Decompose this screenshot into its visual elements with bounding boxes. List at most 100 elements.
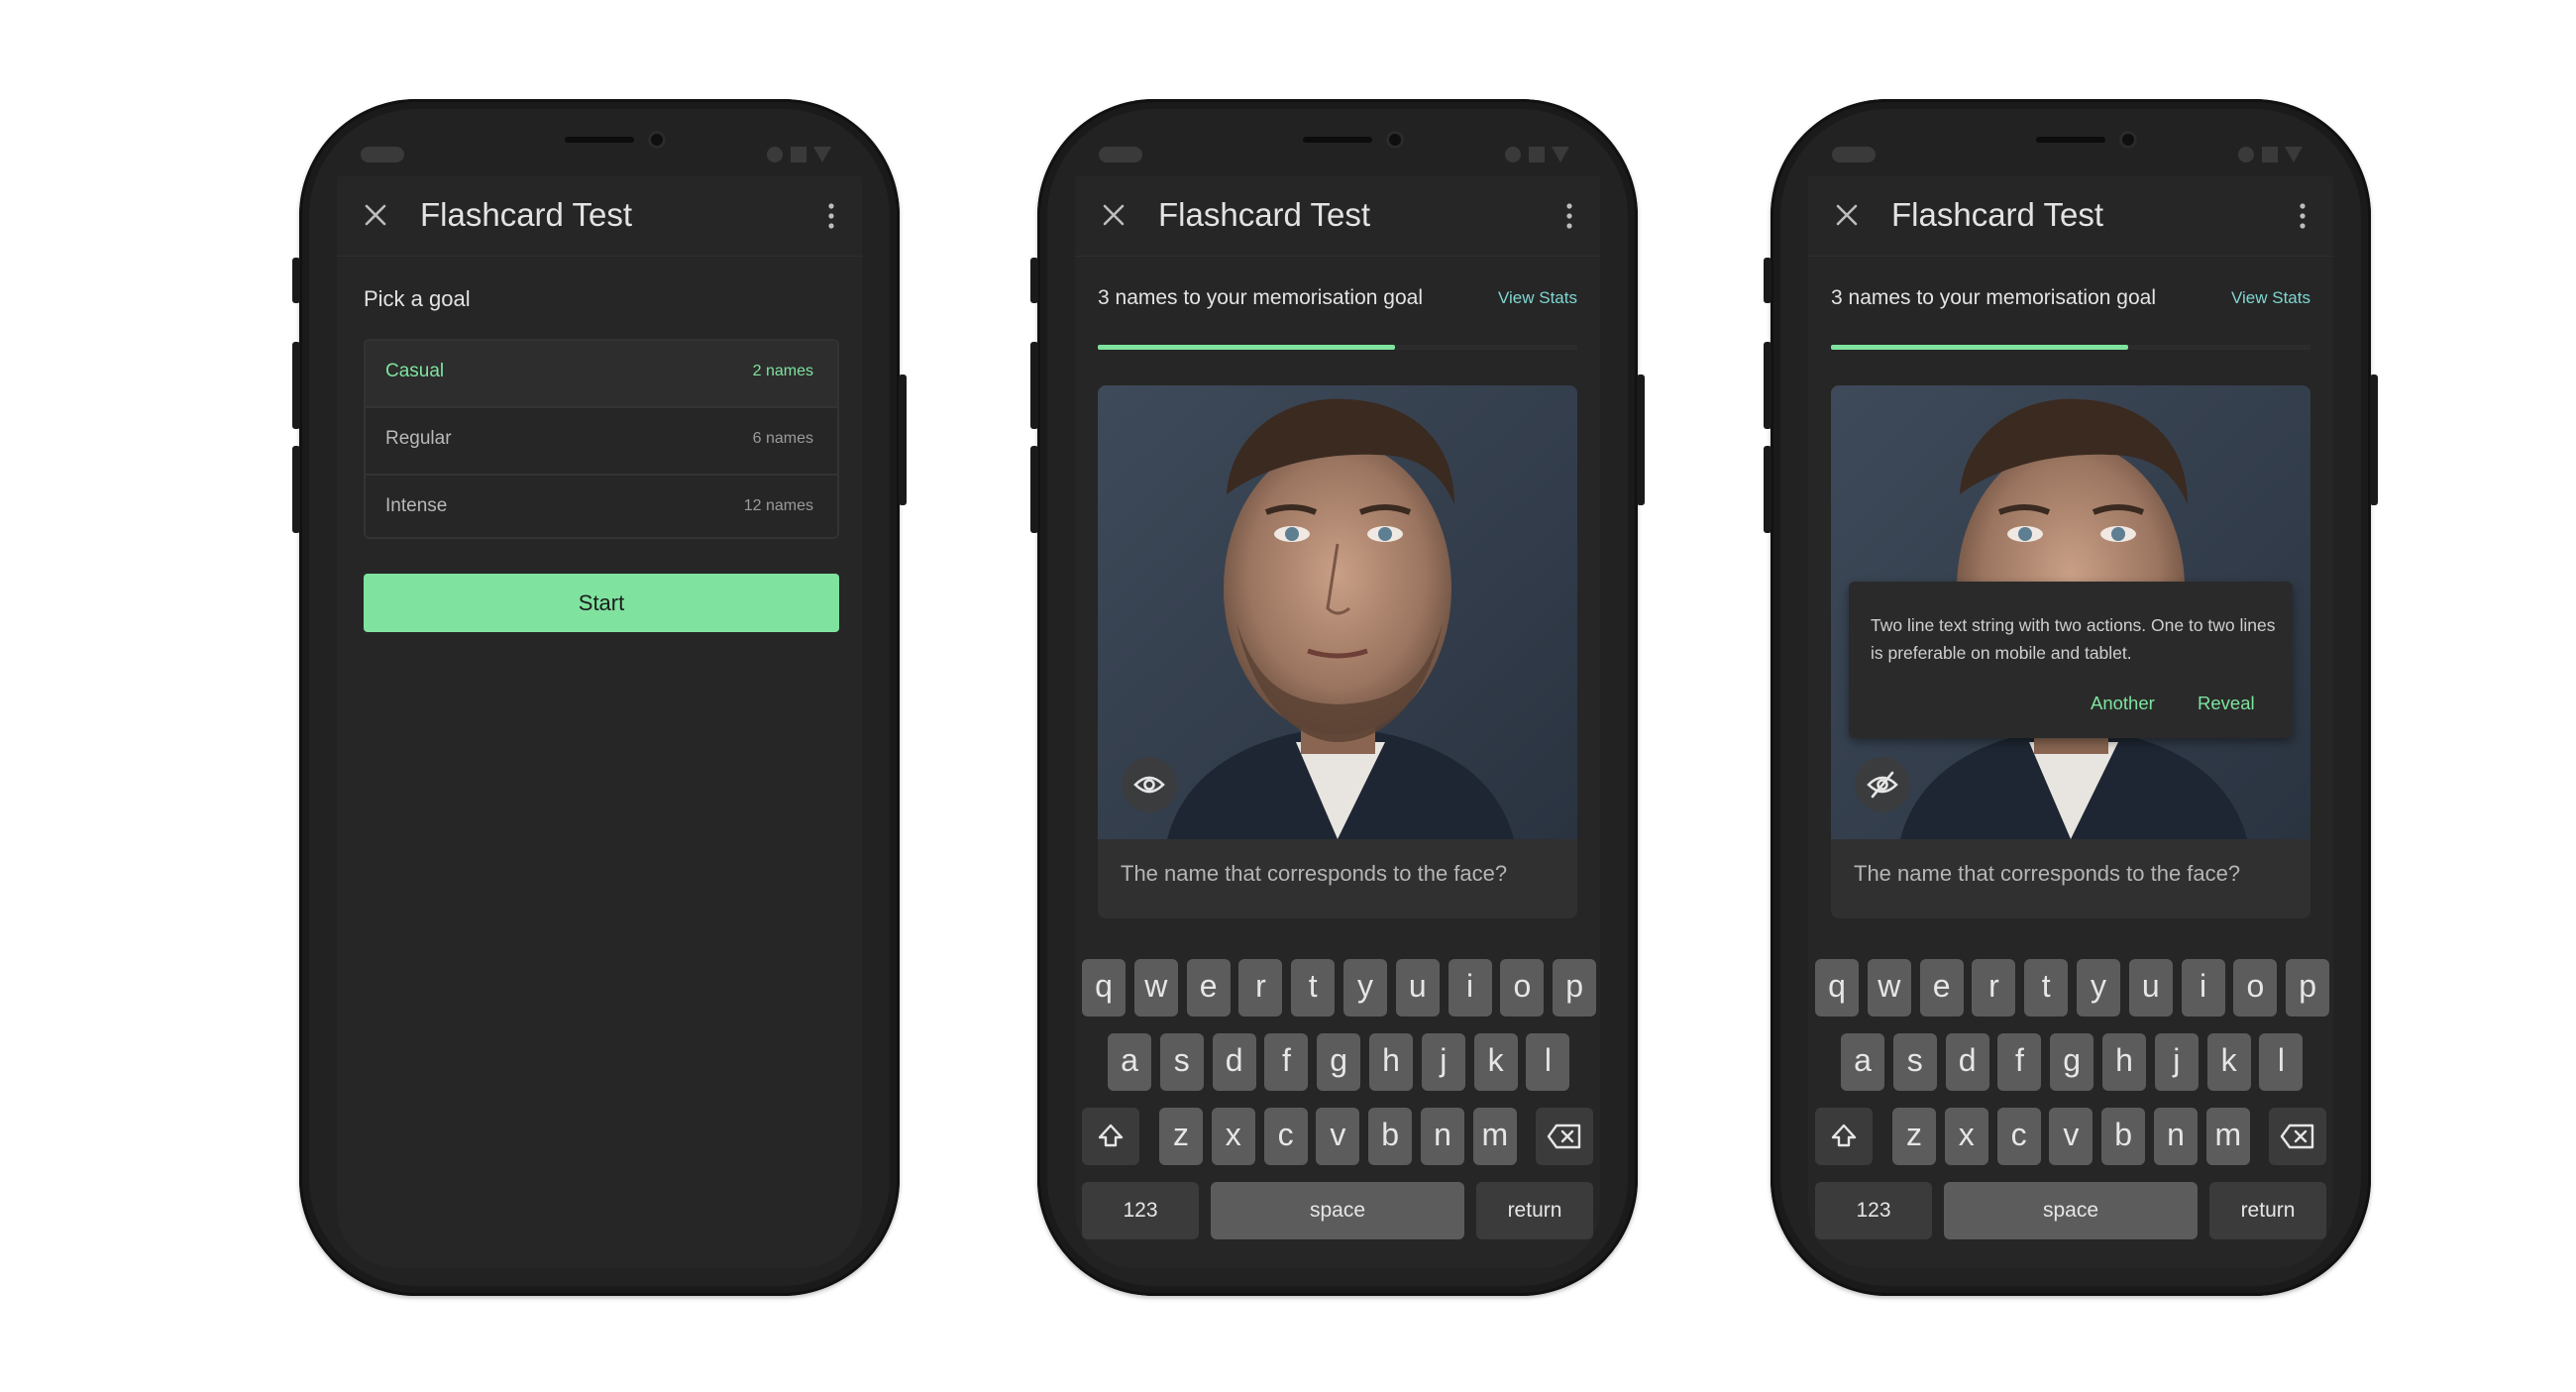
key-m[interactable]: m — [2205, 1108, 2250, 1165]
numbers-key[interactable]: 123 — [1082, 1182, 1199, 1239]
close-icon[interactable] — [363, 202, 388, 228]
key-x[interactable]: x — [1944, 1108, 1988, 1165]
key-n[interactable]: n — [1421, 1108, 1464, 1165]
key-z[interactable]: z — [1159, 1108, 1203, 1165]
key-p[interactable]: p — [1553, 959, 1597, 1017]
power-button — [1637, 375, 1645, 505]
key-v[interactable]: v — [1316, 1108, 1360, 1165]
page-title: Flashcard Test — [1158, 196, 1370, 233]
key-f[interactable]: f — [1264, 1033, 1309, 1091]
key-t[interactable]: t — [2024, 959, 2069, 1017]
numbers-key[interactable]: 123 — [1815, 1182, 1932, 1239]
key-r[interactable]: r — [1238, 959, 1283, 1017]
key-q[interactable]: q — [1082, 959, 1126, 1017]
backspace-key[interactable] — [2269, 1108, 2326, 1165]
key-c[interactable]: c — [1996, 1108, 2041, 1165]
goal-option-intense[interactable]: Intense 12 names — [366, 476, 837, 537]
view-stats-link[interactable]: View Stats — [1498, 288, 1577, 308]
battery-icon — [2262, 147, 2278, 162]
key-f[interactable]: f — [1997, 1033, 2042, 1091]
goal-label: Regular — [385, 428, 452, 449]
key-s[interactable]: s — [1159, 1033, 1204, 1091]
key-g[interactable]: g — [1317, 1033, 1361, 1091]
phone-flashcard-screen: Flashcard Test 3 names to your memorisat… — [1030, 99, 1645, 1296]
space-key[interactable]: space — [1211, 1182, 1464, 1239]
key-a[interactable]: a — [1841, 1033, 1884, 1091]
key-v[interactable]: v — [2049, 1108, 2093, 1165]
key-y[interactable]: y — [1343, 959, 1387, 1017]
key-j[interactable]: j — [1421, 1033, 1465, 1091]
key-y[interactable]: y — [2077, 959, 2120, 1017]
more-vert-icon[interactable] — [826, 202, 836, 230]
key-z[interactable]: z — [1892, 1108, 1936, 1165]
shift-key[interactable] — [1815, 1108, 1873, 1165]
key-m[interactable]: m — [1472, 1108, 1517, 1165]
close-icon[interactable] — [1834, 202, 1860, 228]
key-j[interactable]: j — [2154, 1033, 2199, 1091]
signal-icon — [2238, 147, 2254, 162]
key-h[interactable]: h — [1369, 1033, 1413, 1091]
key-b[interactable]: b — [2101, 1108, 2146, 1165]
goal-option-regular[interactable]: Regular 6 names — [366, 408, 837, 476]
reveal-button[interactable]: Reveal — [2198, 693, 2255, 714]
key-o[interactable]: o — [1500, 959, 1545, 1017]
more-vert-icon[interactable] — [2298, 202, 2308, 230]
key-e[interactable]: e — [1186, 959, 1231, 1017]
space-key[interactable]: space — [1944, 1182, 2198, 1239]
key-d[interactable]: d — [1212, 1033, 1256, 1091]
page-title: Flashcard Test — [1891, 196, 2103, 233]
more-vert-icon[interactable] — [1564, 202, 1574, 230]
key-p[interactable]: p — [2286, 959, 2330, 1017]
key-e[interactable]: e — [1919, 959, 1964, 1017]
screen: Flashcard Test 3 names to your memorisat… — [1808, 176, 2333, 1268]
goal-progress-text: 3 names to your memorisation goal — [1098, 286, 1423, 309]
eye-off-icon[interactable] — [1855, 757, 1910, 812]
goal-progress-bar — [1831, 345, 2310, 350]
key-s[interactable]: s — [1892, 1033, 1937, 1091]
key-x[interactable]: x — [1211, 1108, 1255, 1165]
goal-count: 12 names — [743, 497, 813, 514]
key-u[interactable]: u — [2128, 959, 2173, 1017]
key-a[interactable]: a — [1108, 1033, 1151, 1091]
front-camera — [2119, 131, 2137, 149]
key-i[interactable]: i — [2181, 959, 2225, 1017]
name-answer-field[interactable]: The name that corresponds to the face? — [1121, 861, 1507, 887]
key-k[interactable]: k — [2206, 1033, 2251, 1091]
return-key[interactable]: return — [1476, 1182, 1593, 1239]
return-key[interactable]: return — [2209, 1182, 2326, 1239]
goal-progress-text: 3 names to your memorisation goal — [1831, 286, 2156, 309]
key-g[interactable]: g — [2050, 1033, 2094, 1091]
another-button[interactable]: Another — [2091, 693, 2155, 714]
key-u[interactable]: u — [1395, 959, 1440, 1017]
key-q[interactable]: q — [1815, 959, 1859, 1017]
key-h[interactable]: h — [2102, 1033, 2146, 1091]
battery-icon — [1529, 147, 1545, 162]
view-stats-link[interactable]: View Stats — [2231, 288, 2310, 308]
screen: Flashcard Test Pick a goal Casual 2 name… — [337, 176, 862, 1268]
key-i[interactable]: i — [1448, 959, 1492, 1017]
name-answer-field[interactable]: The name that corresponds to the face? — [1854, 861, 2240, 887]
key-k[interactable]: k — [1473, 1033, 1518, 1091]
key-t[interactable]: t — [1291, 959, 1336, 1017]
key-w[interactable]: w — [1867, 959, 1911, 1017]
goal-option-casual[interactable]: Casual 2 names — [366, 341, 837, 408]
key-w[interactable]: w — [1133, 959, 1178, 1017]
backspace-key[interactable] — [1536, 1108, 1593, 1165]
eye-icon[interactable] — [1122, 757, 1177, 812]
battery-icon — [791, 147, 806, 162]
key-l[interactable]: l — [1526, 1033, 1570, 1091]
key-d[interactable]: d — [1945, 1033, 1989, 1091]
key-n[interactable]: n — [2154, 1108, 2198, 1165]
signal-icon — [1505, 147, 1521, 162]
key-b[interactable]: b — [1368, 1108, 1413, 1165]
key-c[interactable]: c — [1263, 1108, 1308, 1165]
key-l[interactable]: l — [2259, 1033, 2304, 1091]
close-icon[interactable] — [1101, 202, 1127, 228]
front-camera — [648, 131, 666, 149]
shift-key[interactable] — [1082, 1108, 1139, 1165]
key-r[interactable]: r — [1972, 959, 2016, 1017]
shift-icon — [1831, 1124, 1857, 1147]
start-button[interactable]: Start — [364, 574, 839, 632]
goal-progress-bar — [1098, 345, 1577, 350]
key-o[interactable]: o — [2233, 959, 2278, 1017]
